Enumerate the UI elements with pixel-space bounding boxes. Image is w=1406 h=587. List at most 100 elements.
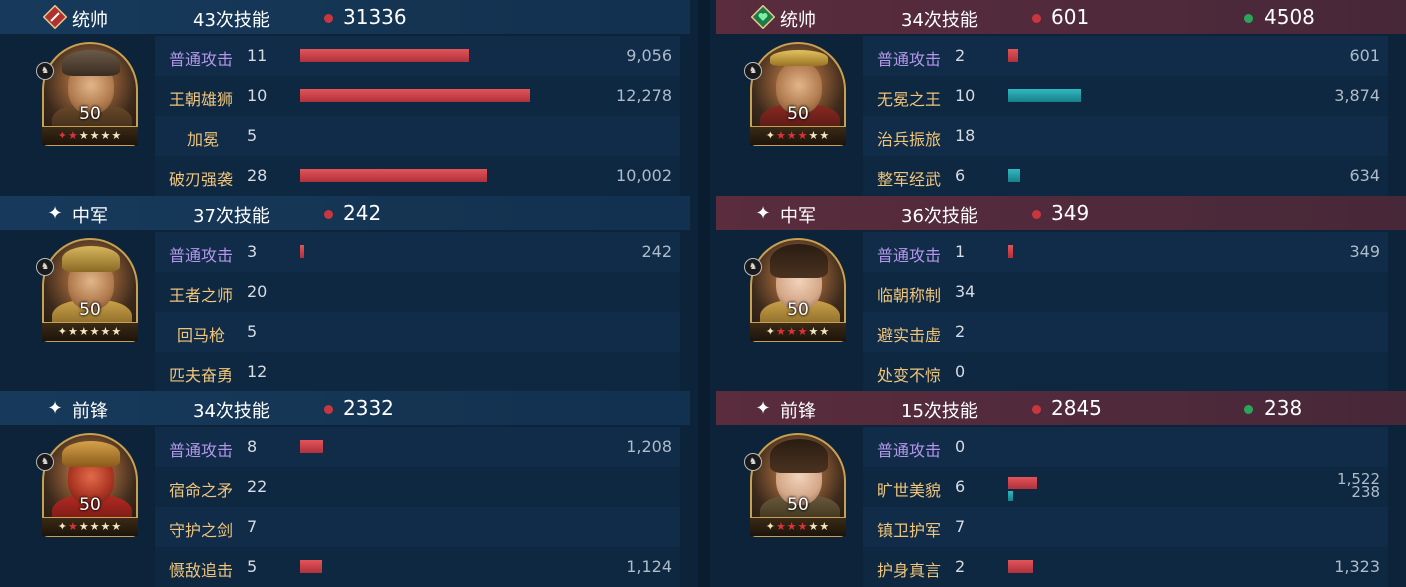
- heal-value: 3,874: [1334, 86, 1380, 105]
- skill-name: 王朝雄狮: [169, 90, 234, 109]
- role-label: 统帅: [72, 10, 108, 31]
- damage-bar: [300, 49, 469, 62]
- role-label: 中军: [72, 206, 108, 227]
- damage-bar: [300, 89, 530, 102]
- horse-icon: ♞: [744, 62, 762, 80]
- left-team-panel: 统帅 43次技能 31336 ♞ 50 ✦★★★★★ 普通攻击 11 9,056…: [0, 0, 690, 587]
- skill-row: 匹夫奋勇 12: [155, 352, 680, 392]
- skill-count: 0: [955, 437, 966, 456]
- skill-name: 慑敌追击: [169, 561, 234, 580]
- role-label: 中军: [780, 206, 816, 227]
- skill-row: 慑敌追击 5 1,124: [155, 547, 680, 587]
- skill-count: 6: [955, 477, 966, 496]
- skill-row: 旷世美貌 6 1,522 238: [863, 467, 1388, 507]
- heal-bar: [1008, 169, 1020, 182]
- general-portrait[interactable]: ♞ 50 ✦★★★★★: [36, 42, 138, 148]
- heal-value: 634: [1349, 166, 1380, 185]
- section-header: 统帅 34次技能 601 4508: [716, 0, 1406, 34]
- skill-row: 普通攻击 3 242: [155, 232, 680, 272]
- skill-count: 6: [955, 166, 966, 185]
- red-dot-icon: [324, 405, 333, 414]
- skill-count: 2: [955, 322, 966, 341]
- skill-name: 普通攻击: [877, 441, 942, 460]
- heal-bar: [1008, 491, 1013, 501]
- red-dot-icon: [324, 14, 333, 23]
- sparkle-icon: ✦: [755, 202, 771, 224]
- skill-row: 守护之剑 7: [155, 507, 680, 547]
- right-team-panel: 统帅 34次技能 601 4508 ♞ 50 ✦★★★★★ 普通攻击 2 601…: [716, 0, 1406, 587]
- skill-count: 10: [247, 86, 268, 105]
- skill-row: 普通攻击 1 349: [863, 232, 1388, 272]
- red-dot-icon: [324, 210, 333, 219]
- skill-name: 守护之剑: [169, 521, 234, 540]
- skill-row: 普通攻击 2 601: [863, 36, 1388, 76]
- section-header: 统帅 43次技能 31336: [0, 0, 690, 34]
- skill-row: 治兵振旅 18: [863, 116, 1388, 156]
- panel-divider: [698, 0, 710, 587]
- heart-shield-icon: [750, 4, 776, 30]
- level-label: 50: [787, 300, 809, 320]
- skill-count: 22: [247, 477, 268, 496]
- skill-name: 回马枪: [177, 326, 226, 345]
- general-portrait[interactable]: ♞ 50 ✦★★★★★: [36, 238, 138, 344]
- red-dot-icon: [1032, 14, 1041, 23]
- horse-icon: ♞: [744, 258, 762, 276]
- general-portrait[interactable]: ♞ 50 ✦★★★★★: [744, 238, 846, 344]
- heal-total: 238: [1264, 396, 1303, 420]
- skill-row: 处变不惊 0: [863, 352, 1388, 392]
- level-label: 50: [79, 300, 101, 320]
- horse-icon: ♞: [744, 453, 762, 471]
- skill-count: 34次技能: [901, 10, 978, 31]
- damage-bar: [300, 245, 304, 258]
- skill-row: 宿命之矛 22: [155, 467, 680, 507]
- damage-value: 1,323: [1334, 557, 1380, 576]
- role-label: 前锋: [72, 401, 108, 422]
- damage-bar: [1008, 245, 1013, 258]
- damage-bar: [1008, 560, 1033, 573]
- skill-list: 普通攻击 1 349 临朝称制 34 避实击虚 2 处变不惊 0: [863, 232, 1388, 392]
- skill-name: 破刃强袭: [169, 170, 234, 189]
- general-portrait[interactable]: ♞ 50 ✦★★★★★: [744, 42, 846, 148]
- skill-row: 避实击虚 2: [863, 312, 1388, 352]
- skill-count: 37次技能: [193, 206, 270, 227]
- horse-icon: ♞: [36, 62, 54, 80]
- skill-count: 7: [247, 517, 258, 536]
- skill-count: 43次技能: [193, 10, 270, 31]
- skill-row: 无冕之王 10 3,874: [863, 76, 1388, 116]
- skill-count: 5: [247, 126, 258, 145]
- skill-name: 普通攻击: [877, 50, 942, 69]
- skill-name: 整军经武: [877, 170, 942, 189]
- skill-row: 破刃强袭 28 10,002: [155, 156, 680, 196]
- horse-icon: ♞: [36, 258, 54, 276]
- damage-value: 601: [1349, 46, 1380, 65]
- skill-list: 普通攻击 0 旷世美貌 6 1,522 238 镇卫护军 7 护身真言 2 1,…: [863, 427, 1388, 587]
- skill-count: 0: [955, 362, 966, 381]
- green-dot-icon: [1244, 405, 1253, 414]
- level-label: 50: [79, 104, 101, 124]
- skill-name: 护身真言: [877, 561, 942, 580]
- damage-value: 9,056: [626, 46, 672, 65]
- skill-list: 普通攻击 11 9,056 王朝雄狮 10 12,278 加冕 5 破刃强袭 2…: [155, 36, 680, 196]
- skill-name: 镇卫护军: [877, 521, 942, 540]
- skill-count: 2: [955, 46, 966, 65]
- skill-row: 加冕 5: [155, 116, 680, 156]
- skill-name: 普通攻击: [169, 50, 234, 69]
- skill-count: 20: [247, 282, 268, 301]
- skill-count: 1: [955, 242, 966, 261]
- skill-row: 临朝称制 34: [863, 272, 1388, 312]
- star-rating: ✦★★★★★: [42, 322, 138, 341]
- skill-row: 普通攻击 11 9,056: [155, 36, 680, 76]
- skill-count: 10: [955, 86, 976, 105]
- damage-total: 2332: [343, 396, 394, 420]
- heal-total: 4508: [1264, 5, 1315, 29]
- skill-name: 王者之师: [169, 286, 234, 305]
- damage-total: 242: [343, 201, 382, 225]
- general-portrait[interactable]: ♞ 50 ✦★★★★★: [744, 433, 846, 539]
- section-header: ✦ 前锋 34次技能 2332: [0, 391, 690, 425]
- general-portrait[interactable]: ♞ 50 ✦★★★★★: [36, 433, 138, 539]
- right-center-section: ✦ 中军 36次技能 349 ♞ 50 ✦★★★★★ 普通攻击 1 349 临朝…: [716, 196, 1406, 392]
- skill-count: 36次技能: [901, 206, 978, 227]
- section-header: ✦ 中军 36次技能 349: [716, 196, 1406, 230]
- damage-bar: [300, 560, 322, 573]
- skill-count: 34次技能: [193, 401, 270, 422]
